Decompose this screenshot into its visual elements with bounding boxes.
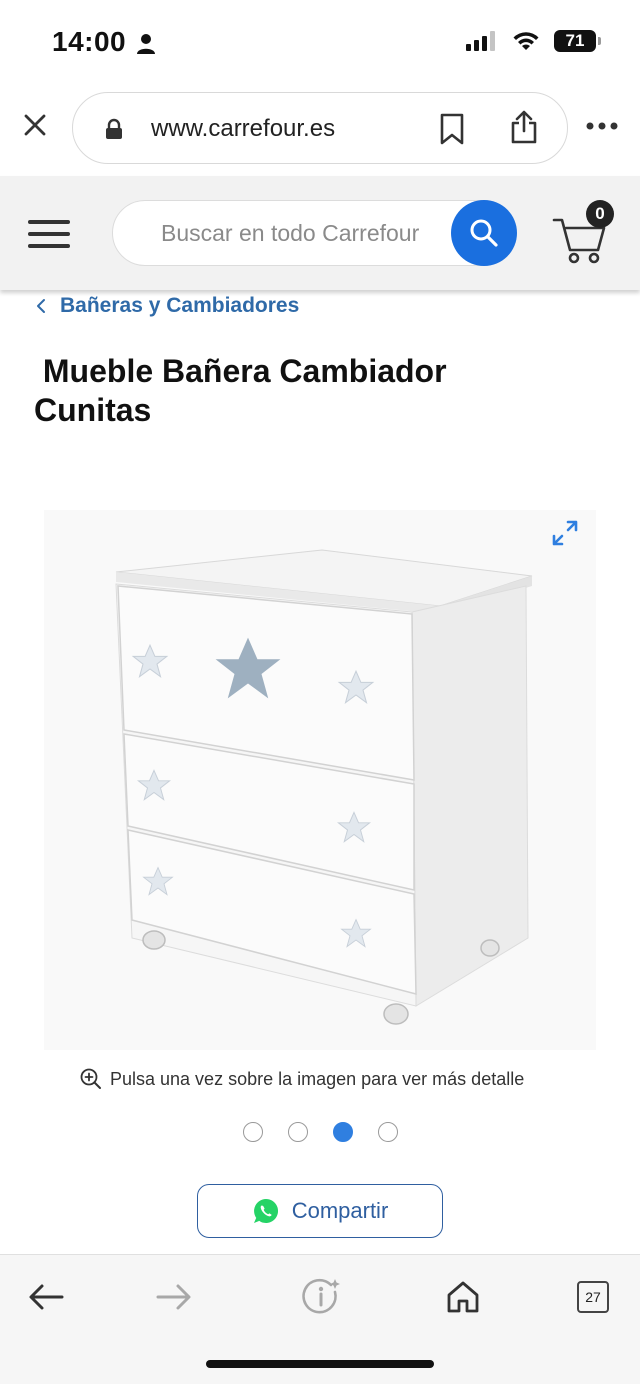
product-image[interactable]	[44, 510, 596, 1050]
zoom-in-icon	[80, 1068, 101, 1089]
home-indicator	[206, 1360, 434, 1368]
close-button[interactable]	[18, 108, 52, 142]
carousel-dot-3[interactable]	[333, 1122, 353, 1142]
forward-button[interactable]	[149, 1275, 199, 1319]
person-icon	[137, 34, 155, 54]
back-button[interactable]	[21, 1275, 71, 1319]
status-indicators: 71	[466, 30, 601, 52]
search-icon	[470, 219, 498, 247]
hamburger-menu-icon[interactable]	[28, 220, 70, 248]
bookmark-icon[interactable]	[439, 113, 465, 145]
page-info-button[interactable]	[296, 1275, 346, 1319]
search-button[interactable]	[451, 200, 517, 266]
site-header: 0	[0, 176, 640, 290]
status-time: 14:00	[52, 26, 127, 57]
tab-count: 27	[577, 1281, 609, 1313]
expand-icon[interactable]	[550, 518, 580, 548]
cart-count-badge: 0	[586, 200, 614, 228]
home-button[interactable]	[438, 1275, 488, 1319]
carousel-dot-2[interactable]	[288, 1122, 308, 1142]
tabs-button[interactable]: 27	[568, 1275, 618, 1319]
status-bar: 14:00 71	[0, 0, 640, 84]
more-options-icon[interactable]	[586, 122, 618, 130]
breadcrumb-label: Bañeras y Cambiadores	[60, 294, 300, 317]
url-text: www.carrefour.es	[151, 115, 336, 142]
address-bar[interactable]: www.carrefour.es	[72, 92, 568, 164]
whatsapp-icon	[253, 1199, 278, 1223]
product-title: Mueble Bañera Cambiador Cunitas	[34, 353, 447, 428]
search-input[interactable]	[161, 215, 451, 251]
share-icon[interactable]	[509, 109, 539, 145]
arrow-left-icon	[29, 1284, 64, 1310]
carousel-dot-4[interactable]	[378, 1122, 398, 1142]
wifi-icon	[513, 32, 539, 50]
lock-icon	[106, 118, 122, 139]
share-whatsapp-button[interactable]: Compartir	[197, 1184, 443, 1238]
zoom-hint: Pulsa una vez sobre la imagen para ver m…	[80, 1068, 524, 1090]
zoom-hint-text: Pulsa una vez sobre la imagen para ver m…	[110, 1068, 525, 1089]
carousel-dot-1[interactable]	[243, 1122, 263, 1142]
breadcrumb[interactable]: Bañeras y Cambiadores	[36, 294, 299, 318]
info-sparkle-icon	[302, 1278, 340, 1314]
close-icon	[24, 114, 46, 136]
browser-toolbar: www.carrefour.es	[0, 84, 640, 176]
home-icon	[447, 1281, 479, 1313]
share-label: Compartir	[291, 1198, 389, 1223]
search-box	[112, 200, 517, 266]
chevron-left-icon	[37, 299, 45, 313]
dresser-illustration	[44, 510, 596, 1050]
signal-icon	[466, 31, 495, 51]
battery-indicator: 71	[554, 30, 601, 52]
image-carousel-dots	[243, 1122, 398, 1142]
arrow-right-icon	[156, 1284, 191, 1310]
